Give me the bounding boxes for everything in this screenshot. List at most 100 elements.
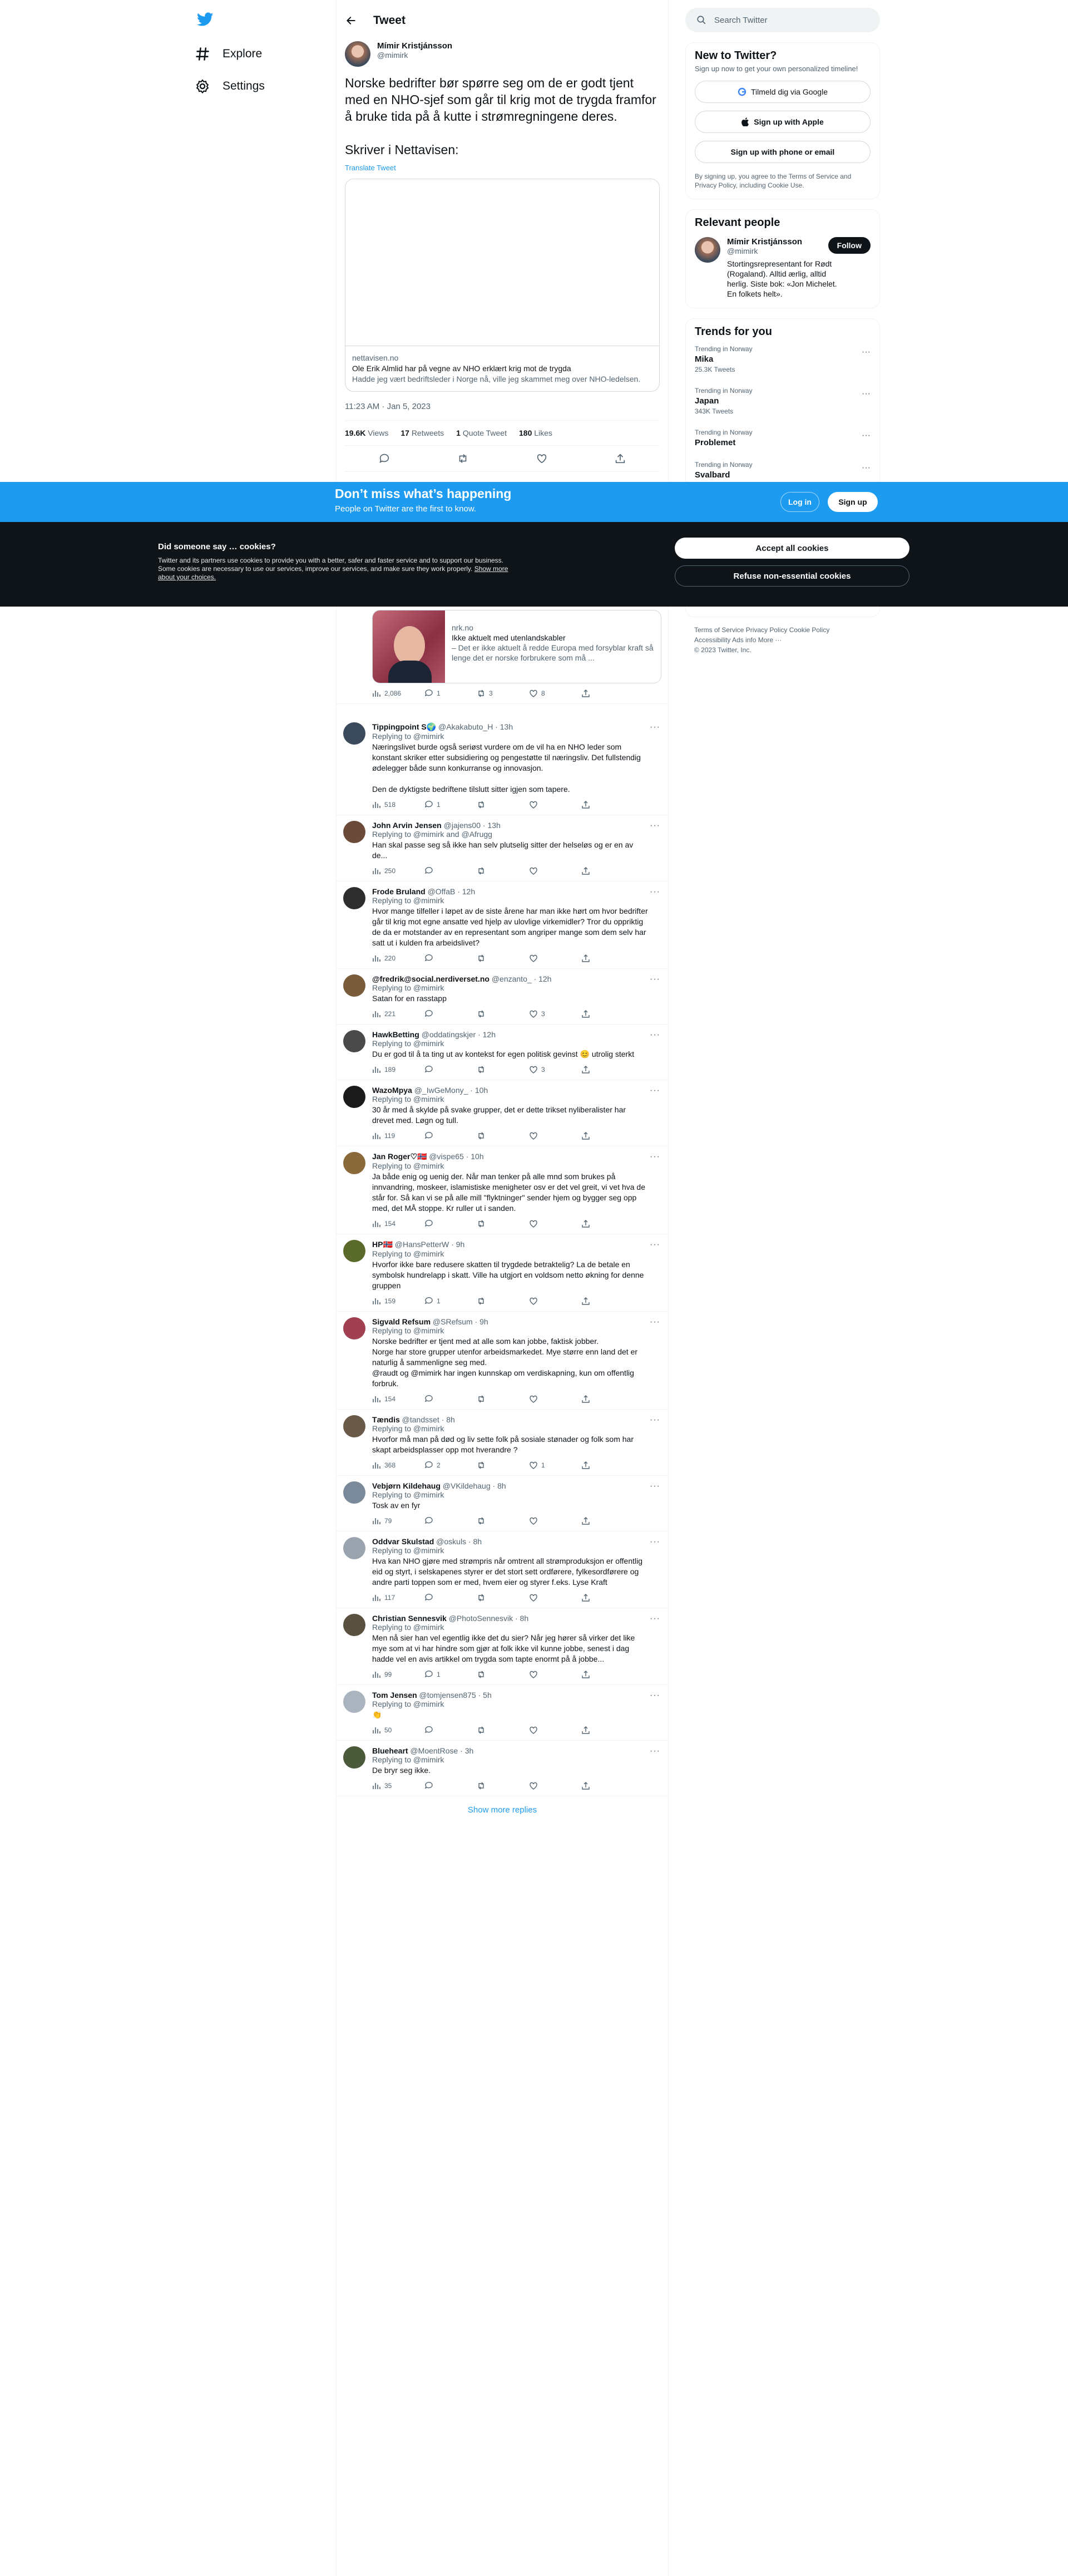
reply-action[interactable]: [424, 1726, 477, 1735]
replying-to[interactable]: Replying to @mimirk: [372, 1249, 648, 1258]
share-action[interactable]: [581, 1219, 634, 1228]
more-icon[interactable]: ···: [650, 1317, 660, 1327]
reply-tweet[interactable]: Frode Bruland @OffaB · 12h Replying to @m…: [337, 881, 668, 969]
retweet-action[interactable]: [477, 800, 529, 809]
relevant-person[interactable]: Mímir Kristjánsson @mimirk Stortingsrepr…: [695, 237, 871, 299]
more-icon[interactable]: ···: [650, 821, 660, 831]
refuse-cookies-button[interactable]: Refuse non-essential cookies: [675, 565, 909, 587]
replying-to[interactable]: Replying to @mimirk: [372, 1095, 648, 1104]
avatar[interactable]: [343, 974, 365, 997]
avatar[interactable]: [343, 722, 365, 745]
nav-explore[interactable]: Explore: [195, 40, 262, 68]
more-icon[interactable]: ···: [650, 1746, 660, 1756]
retweet-action[interactable]: [477, 1781, 529, 1790]
reply-icon[interactable]: [378, 452, 390, 465]
views-action[interactable]: 221: [372, 1009, 424, 1018]
retweet-action[interactable]: [477, 1516, 529, 1525]
reply-author-handle[interactable]: @tomjensen875 · 5h: [419, 1691, 492, 1700]
reply-author-name[interactable]: Vebjørn Kildehaug: [372, 1481, 441, 1490]
reply-author-handle[interactable]: @MoentRose · 3h: [410, 1746, 473, 1755]
more-icon[interactable]: ···: [650, 1481, 660, 1491]
nrk-link-card[interactable]: nrk.no Ikke aktuelt med utenlandskabler …: [372, 610, 661, 683]
reply-author-name[interactable]: Christian Sennesvik: [372, 1614, 447, 1623]
share-action[interactable]: [581, 866, 634, 875]
like-action[interactable]: 3: [529, 1009, 581, 1018]
reply-tweet[interactable]: Christian Sennesvik @PhotoSennesvik · 8h…: [337, 1608, 668, 1685]
reply-action[interactable]: [424, 866, 477, 875]
more-icon[interactable]: ···: [650, 722, 660, 732]
like-action[interactable]: 1: [529, 1461, 581, 1470]
replying-to[interactable]: Replying to @mimirk: [372, 1546, 648, 1555]
reply-tweet[interactable]: Tom Jensen @tomjensen875 · 5h Replying to…: [337, 1685, 668, 1741]
share-action[interactable]: [581, 1009, 634, 1018]
views-action[interactable]: 159: [372, 1297, 424, 1306]
avatar[interactable]: [343, 1240, 365, 1262]
reply-author-handle[interactable]: @HansPetterW · 9h: [395, 1240, 464, 1249]
views-action[interactable]: 35: [372, 1781, 424, 1790]
like-action[interactable]: [529, 1726, 581, 1735]
retweets-stat[interactable]: 17 Retweets: [400, 428, 444, 437]
reply-author-handle[interactable]: @Akakabuto_H · 13h: [438, 722, 513, 731]
views-action[interactable]: 79: [372, 1516, 424, 1525]
replying-to[interactable]: Replying to @mimirk: [372, 983, 648, 992]
reply-action[interactable]: [424, 1131, 477, 1140]
views-action[interactable]: 220: [372, 954, 424, 963]
translate-link[interactable]: Translate Tweet: [345, 164, 660, 172]
reply-action[interactable]: 1: [424, 800, 477, 809]
reply-author-handle[interactable]: @vispe65 · 10h: [429, 1152, 483, 1161]
views-action[interactable]: 117: [372, 1593, 424, 1602]
share-action[interactable]: [581, 954, 634, 963]
share-action[interactable]: [581, 1395, 634, 1403]
reply-author-handle[interactable]: @jajens00 · 13h: [444, 821, 501, 830]
like-action[interactable]: [529, 1219, 581, 1228]
like-action[interactable]: [529, 866, 581, 875]
reply-author-name[interactable]: Frode Bruland: [372, 887, 426, 896]
reply-author-handle[interactable]: @_IwGeMony_ · 10h: [414, 1086, 488, 1095]
avatar[interactable]: [343, 821, 365, 843]
more-icon[interactable]: ···: [650, 1415, 660, 1425]
apple-signup-button[interactable]: Sign up with Apple: [695, 111, 871, 133]
reply-action[interactable]: 1: [424, 689, 477, 698]
retweet-action[interactable]: [477, 866, 529, 875]
avatar[interactable]: [343, 1537, 365, 1559]
like-action[interactable]: [529, 800, 581, 809]
avatar[interactable]: [343, 1691, 365, 1713]
retweet-action[interactable]: [477, 1219, 529, 1228]
show-more-replies[interactable]: Show more replies: [337, 1796, 668, 1824]
share-action[interactable]: [581, 1461, 634, 1470]
replying-to[interactable]: Replying to @mimirk: [372, 732, 648, 741]
reply-action[interactable]: [424, 1516, 477, 1525]
like-action[interactable]: [529, 1781, 581, 1790]
reply-author-name[interactable]: Jan Roger♡🇳🇴: [372, 1152, 427, 1161]
tweet-timestamp[interactable]: 11:23 AM · Jan 5, 2023: [345, 402, 660, 421]
replying-to[interactable]: Replying to @mimirk: [372, 1039, 648, 1048]
more-icon[interactable]: ···: [650, 974, 660, 984]
avatar[interactable]: [343, 1481, 365, 1504]
trend-item[interactable]: Trending in Norway Problemet ···: [695, 422, 871, 454]
reply-author-name[interactable]: HawkBetting: [372, 1030, 419, 1039]
like-action[interactable]: [529, 1395, 581, 1403]
reply-action[interactable]: 2: [424, 1461, 477, 1470]
reply-tweet[interactable]: Blueheart @MoentRose · 3h Replying to @mi…: [337, 1741, 668, 1796]
quotes-stat[interactable]: 1 Quote Tweet: [456, 428, 507, 437]
views-action[interactable]: 154: [372, 1219, 424, 1228]
reply-tweet[interactable]: John Arvin Jensen @jajens00 · 13h Replyin…: [337, 815, 668, 881]
search-box[interactable]: Search Twitter: [685, 8, 880, 32]
avatar[interactable]: [343, 1614, 365, 1636]
avatar[interactable]: [343, 887, 365, 909]
avatar[interactable]: [343, 1317, 365, 1339]
reply-action[interactable]: [424, 1219, 477, 1228]
like-icon[interactable]: [536, 452, 548, 465]
share-icon[interactable]: [614, 452, 626, 465]
replying-to[interactable]: Replying to @mimirk: [372, 1424, 648, 1433]
reply-action[interactable]: [424, 1781, 477, 1790]
reply-author-name[interactable]: John Arvin Jensen: [372, 821, 442, 830]
reply-action[interactable]: 1: [424, 1670, 477, 1679]
avatar[interactable]: [695, 237, 720, 263]
retweet-action[interactable]: [477, 954, 529, 963]
phone-email-signup-button[interactable]: Sign up with phone or email: [695, 141, 871, 163]
more-icon[interactable]: ···: [862, 389, 871, 399]
signup-button[interactable]: Sign up: [828, 492, 878, 512]
avatar[interactable]: [343, 1415, 365, 1437]
reply-tweet[interactable]: Oddvar Skulstad @oskuls · 8h Replying to …: [337, 1531, 668, 1608]
